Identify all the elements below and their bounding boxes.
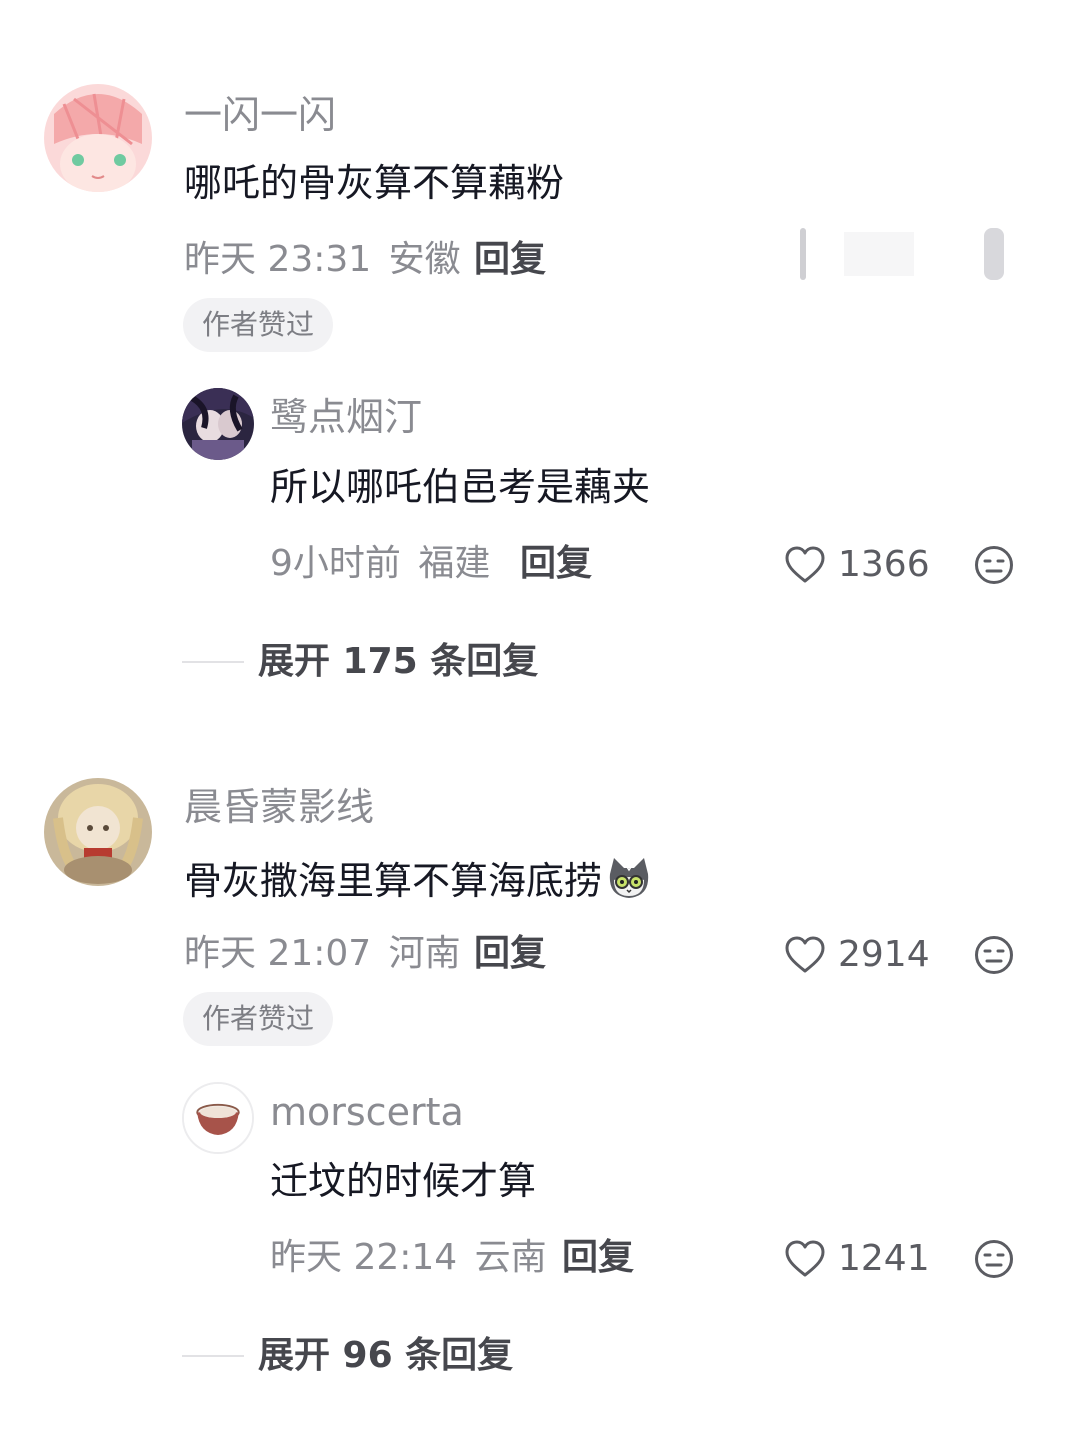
expand-replies-button[interactable]: 展开 175 条回复 [182, 642, 538, 682]
like-count: 2914 [838, 934, 930, 975]
author-liked-badge: 作者赞过 [183, 298, 334, 352]
reply-time: 昨天 22:14 [270, 1237, 458, 1278]
heart-outline-icon [785, 936, 825, 973]
expand-replies-label: 展开 96 条回复 [258, 1335, 514, 1376]
dislike-button[interactable] [974, 935, 1014, 975]
pink-anime-avatar-image [44, 84, 152, 192]
comment-location: 安徽 [388, 239, 461, 280]
like-action-faded [798, 228, 1008, 280]
dislike-button[interactable] [974, 545, 1014, 585]
reply-username[interactable]: morscerta [270, 1093, 464, 1131]
doll-photo-avatar-image [44, 778, 152, 886]
heart-outline-icon [785, 546, 825, 583]
dark-anime-avatar-image [182, 388, 254, 460]
cat-emoji-icon [609, 858, 649, 898]
bowl-avatar-image [184, 1084, 252, 1152]
comment-time: 昨天 23:31 [184, 239, 372, 280]
comment-time: 昨天 21:07 [184, 933, 372, 974]
avatar[interactable] [182, 1082, 254, 1154]
reply-button[interactable]: 回复 [474, 936, 546, 972]
like-button[interactable]: 1241 [784, 1239, 930, 1279]
reply-username[interactable]: 鹭点烟汀 [270, 398, 422, 436]
heart-outline-icon [785, 1240, 825, 1277]
reply-button[interactable]: 回复 [562, 1240, 634, 1276]
expand-replies-label: 展开 175 条回复 [258, 641, 539, 682]
comment-text: 骨灰撒海里算不算海底捞 [184, 856, 652, 902]
author-liked-badge: 作者赞过 [183, 992, 334, 1046]
reply-button[interactable]: 回复 [474, 242, 546, 278]
comment-meta: 昨天 21:07 河南 [184, 936, 461, 972]
comment-username[interactable]: 晨昏蒙影线 [184, 788, 374, 826]
reply-time: 9小时前 [270, 543, 401, 584]
expand-replies-button[interactable]: 展开 96 条回复 [182, 1336, 513, 1376]
meh-face-icon [975, 936, 1013, 974]
reply-meta: 昨天 22:14 云南 [270, 1240, 547, 1276]
like-button[interactable]: 2914 [784, 935, 930, 975]
comment-text-body: 骨灰撒海里算不算海底捞 [184, 859, 603, 903]
meh-face-icon [975, 1240, 1013, 1278]
divider-line [182, 1355, 244, 1357]
reply-location: 云南 [474, 1237, 547, 1278]
like-count: 1241 [838, 1238, 930, 1279]
reply-text: 迁坟的时候才算 [270, 1159, 537, 1203]
reply-location: 福建 [418, 543, 491, 584]
comment-username[interactable]: 一闪一闪 [184, 96, 336, 134]
comment-meta: 昨天 23:31 安徽 [184, 242, 461, 278]
like-count: 1366 [838, 544, 930, 585]
comment-location: 河南 [388, 933, 461, 974]
reply-button[interactable]: 回复 [520, 546, 592, 582]
dislike-button[interactable] [974, 1239, 1014, 1279]
reply-meta: 9小时前 福建 [270, 546, 490, 582]
avatar[interactable] [44, 84, 152, 192]
avatar[interactable] [44, 778, 152, 886]
meh-face-icon [975, 546, 1013, 584]
like-button[interactable]: 1366 [784, 545, 930, 585]
avatar[interactable] [182, 388, 254, 460]
reply-text: 所以哪吒伯邑考是藕夹 [270, 465, 651, 509]
divider-line [182, 661, 244, 663]
comment-text: 哪吒的骨灰算不算藕粉 [184, 161, 565, 205]
